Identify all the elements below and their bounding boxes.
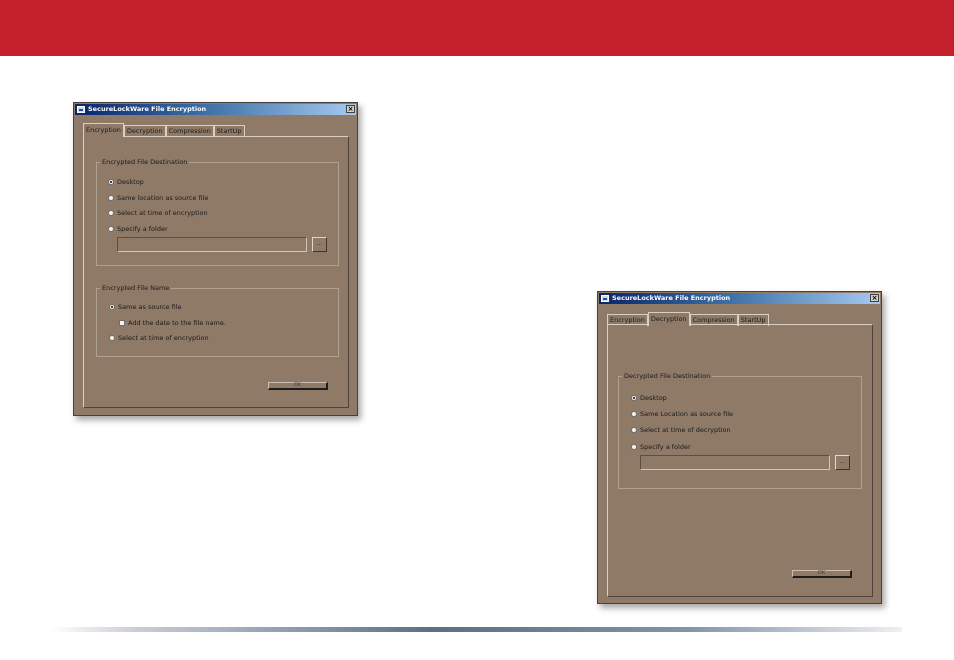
radio-button[interactable] (631, 411, 637, 417)
browse-button[interactable]: ... (312, 237, 327, 252)
radio-button[interactable] (108, 210, 114, 216)
option-label: Desktop (117, 178, 144, 186)
radio-button[interactable] (109, 335, 115, 341)
decryption-settings-window: SecureLockWare File Encryption × Encrypt… (597, 291, 882, 604)
ok-button[interactable]: OK (792, 570, 852, 578)
encrypted-destination-group: Encrypted File Destination Desktop Same … (96, 157, 339, 266)
group-label: Encrypted File Destination (100, 157, 190, 167)
encryption-settings-window: SecureLockWare File Encryption × Encrypt… (73, 102, 358, 416)
option-label: Same Location as source file (640, 410, 734, 418)
browse-button[interactable]: ... (835, 455, 850, 470)
tab-bar: Encryption Decryption Compression StartU… (83, 123, 245, 137)
option-label: Specify a folder (640, 443, 691, 451)
window-title: SecureLockWare File Encryption (88, 105, 207, 113)
group-label: Decrypted File Destination (622, 371, 713, 381)
folder-path-input[interactable] (640, 455, 830, 470)
folder-path-input[interactable] (117, 237, 307, 252)
option-label: Select at time of decryption (640, 426, 731, 434)
close-button[interactable]: × (870, 294, 879, 302)
tab-panel: Decrypted File Destination Desktop Same … (607, 324, 873, 597)
radio-button[interactable] (631, 427, 637, 433)
bottom-divider (50, 627, 902, 632)
window-title: SecureLockWare File Encryption (612, 294, 731, 302)
option-label: Select at time of encryption (117, 209, 208, 217)
option-label: Specify a folder (117, 225, 168, 233)
tab-encryption[interactable]: Encryption (83, 123, 124, 137)
radio-button[interactable] (108, 195, 114, 201)
window-titlebar[interactable]: SecureLockWare File Encryption × (599, 293, 880, 304)
radio-button[interactable] (109, 304, 115, 310)
radio-button[interactable] (631, 444, 637, 450)
option-label: Desktop (640, 394, 667, 402)
group-label: Encrypted File Name (100, 283, 172, 293)
app-icon (601, 295, 609, 302)
tab-decryption[interactable]: Decryption (647, 312, 690, 326)
window-titlebar[interactable]: SecureLockWare File Encryption × (75, 104, 356, 115)
checkbox[interactable] (119, 320, 125, 326)
radio-button[interactable] (108, 179, 114, 185)
option-label: Same location as source file (117, 194, 209, 202)
radio-button[interactable] (631, 395, 637, 401)
ok-button[interactable]: OK (268, 382, 328, 390)
tab-panel: Encrypted File Destination Desktop Same … (83, 136, 349, 408)
option-label: Select at time of encryption (118, 334, 209, 342)
decrypted-destination-group: Decrypted File Destination Desktop Same … (618, 371, 862, 489)
encrypted-file-name-group: Encrypted File Name Same as source file … (96, 283, 339, 357)
option-label: Add the date to the file name. (128, 319, 226, 327)
option-label: Same as source file (118, 303, 182, 311)
radio-button[interactable] (108, 226, 114, 232)
close-button[interactable]: × (346, 105, 355, 113)
app-icon (77, 106, 85, 113)
top-banner (0, 0, 954, 56)
